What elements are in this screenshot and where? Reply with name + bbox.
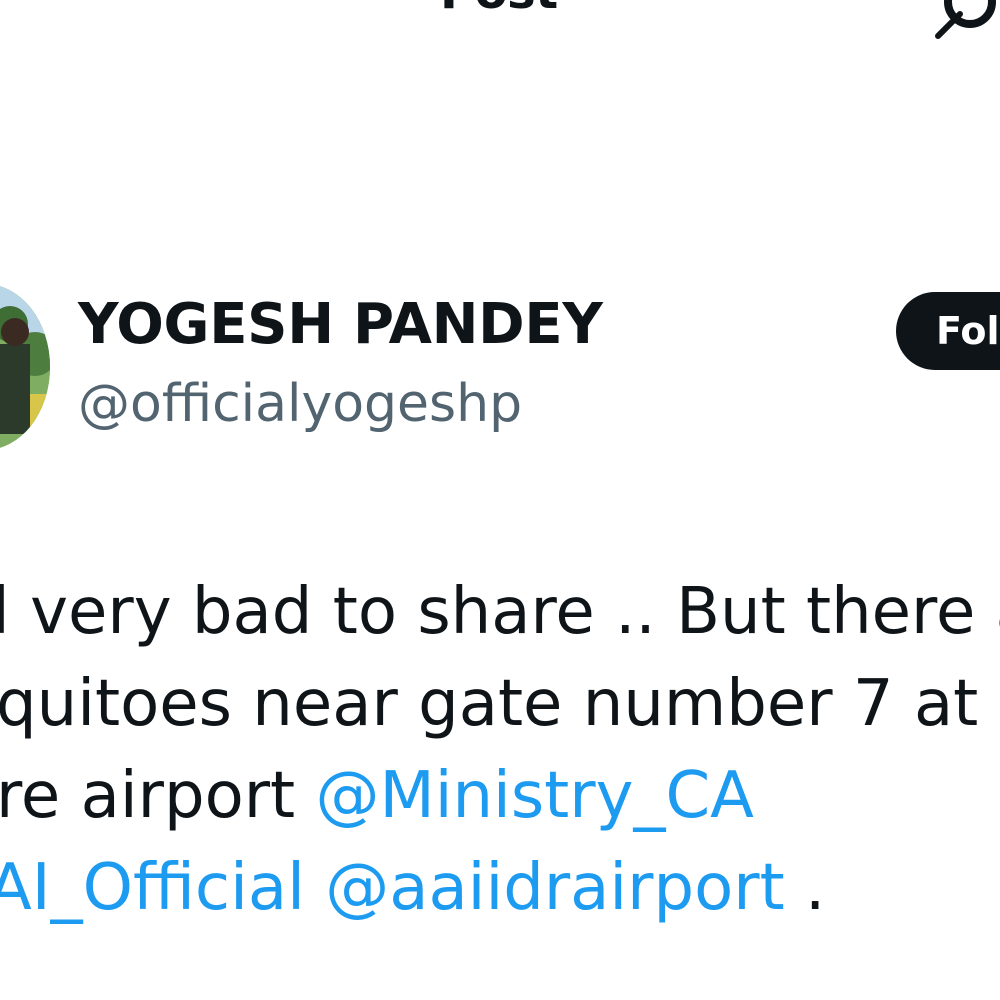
tweet-line-2: quitoes near gate number 7 at (0, 667, 979, 741)
tweet-line-3: re airport @Ministry_CA (0, 764, 754, 828)
avatar[interactable] (0, 284, 50, 450)
tweet-line-1: l very bad to share .. But there are (0, 575, 1000, 649)
follow-button[interactable]: Foll (896, 292, 1000, 370)
grok-icon[interactable] (930, 0, 1000, 40)
mention-aaiidrairport[interactable]: @aaiidrairport (325, 851, 784, 925)
author-handle[interactable]: @officialyogeshp (78, 374, 522, 434)
mention-aai-official[interactable]: AI_Official (0, 851, 305, 925)
tweet-line-4: AI_Official @aaiidrairport . (0, 856, 825, 920)
page-title: Post (440, 0, 558, 20)
tweet-text: re airport (0, 759, 316, 833)
post-page: Post YOGESH PANDEY @officialyogeshp Foll… (0, 0, 1000, 1000)
author-name[interactable]: YOGESH PANDEY (78, 292, 603, 357)
tweet-period: . (784, 851, 826, 925)
mention-ministry-ca[interactable]: @Ministry_CA (315, 759, 753, 833)
